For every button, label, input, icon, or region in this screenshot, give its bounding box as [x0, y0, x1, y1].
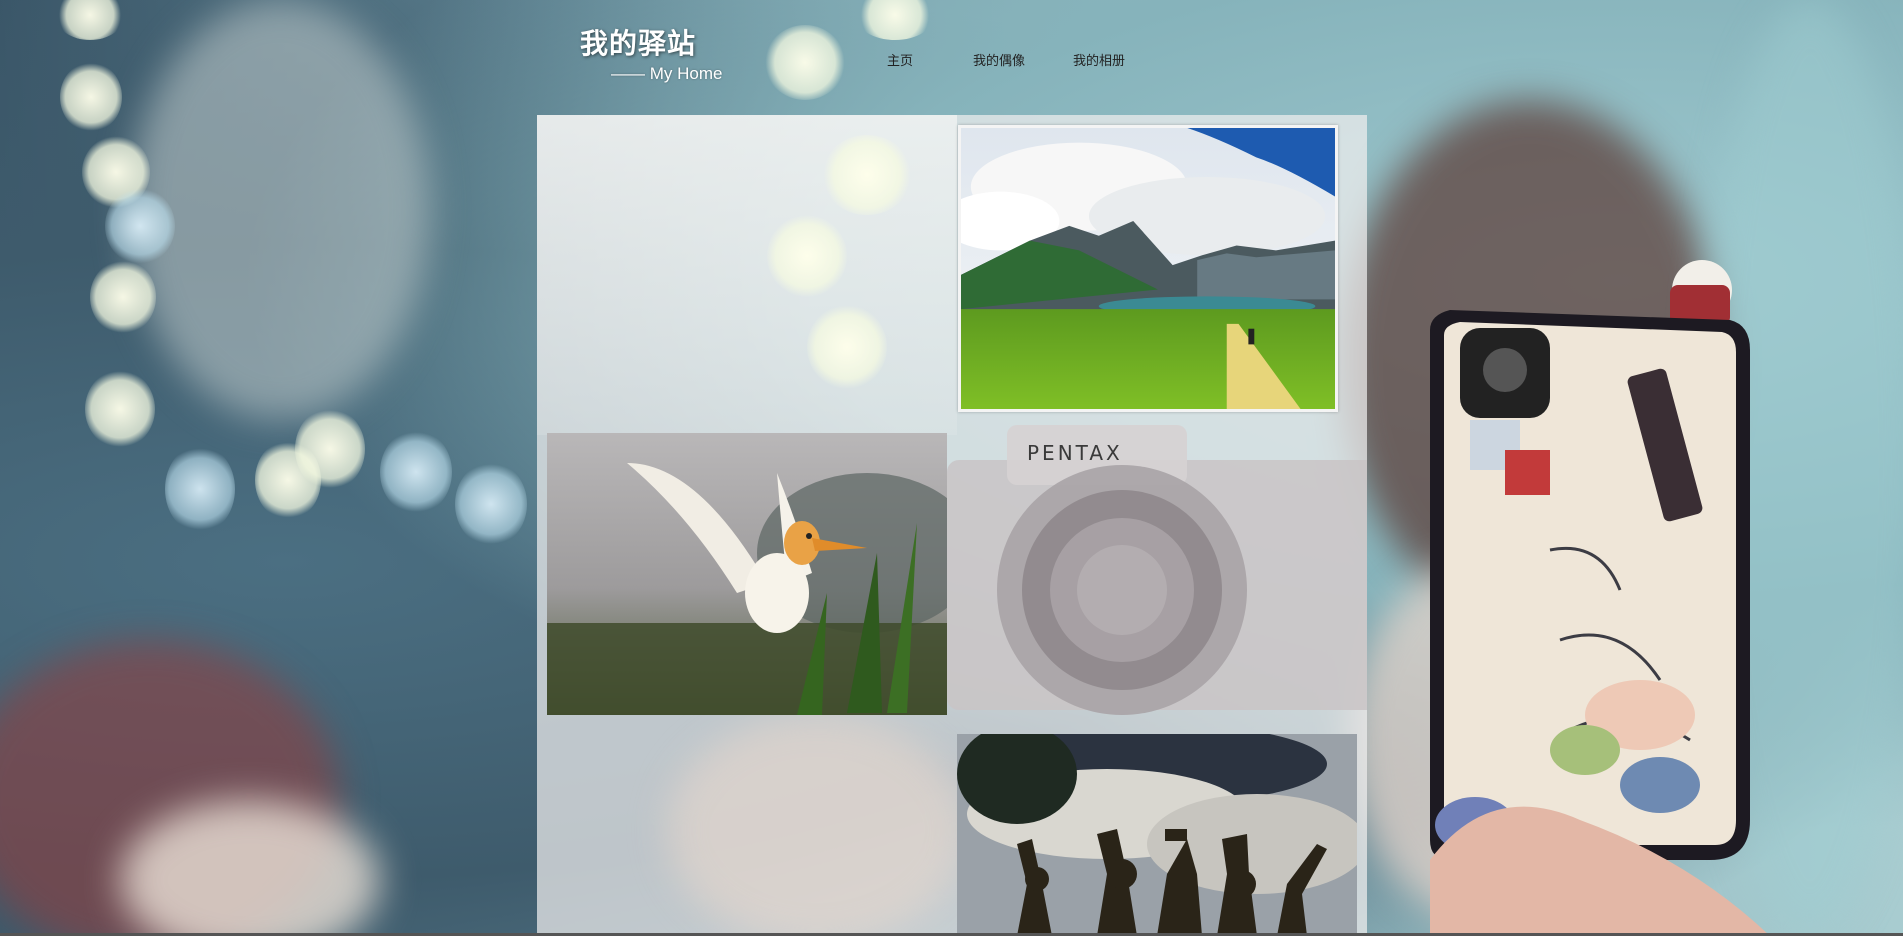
phone-illustration — [1430, 260, 1770, 936]
nav-item-album[interactable]: 我的相册 — [1073, 50, 1125, 69]
gallery-photo-bird[interactable] — [547, 433, 947, 715]
nav-item-home[interactable]: 主页 — [887, 50, 913, 69]
site-title: 我的驿站 — [580, 27, 697, 60]
bird-image — [547, 433, 947, 715]
page: 我的驿站 —— My Home 主页 我的偶像 我的相册 PENTAX — [0, 0, 1903, 936]
svg-text:PENTAX: PENTAX — [1027, 441, 1123, 465]
site-subtitle: —— My Home — [611, 64, 723, 83]
gallery-photo-mountain[interactable] — [958, 125, 1338, 412]
gallery-photo-crowd[interactable] — [957, 734, 1357, 936]
nav-item-idols[interactable]: 我的偶像 — [973, 50, 1025, 69]
camera-illustration: PENTAX — [947, 425, 1367, 715]
mountain-image — [961, 128, 1335, 409]
crowd-image — [957, 734, 1357, 936]
